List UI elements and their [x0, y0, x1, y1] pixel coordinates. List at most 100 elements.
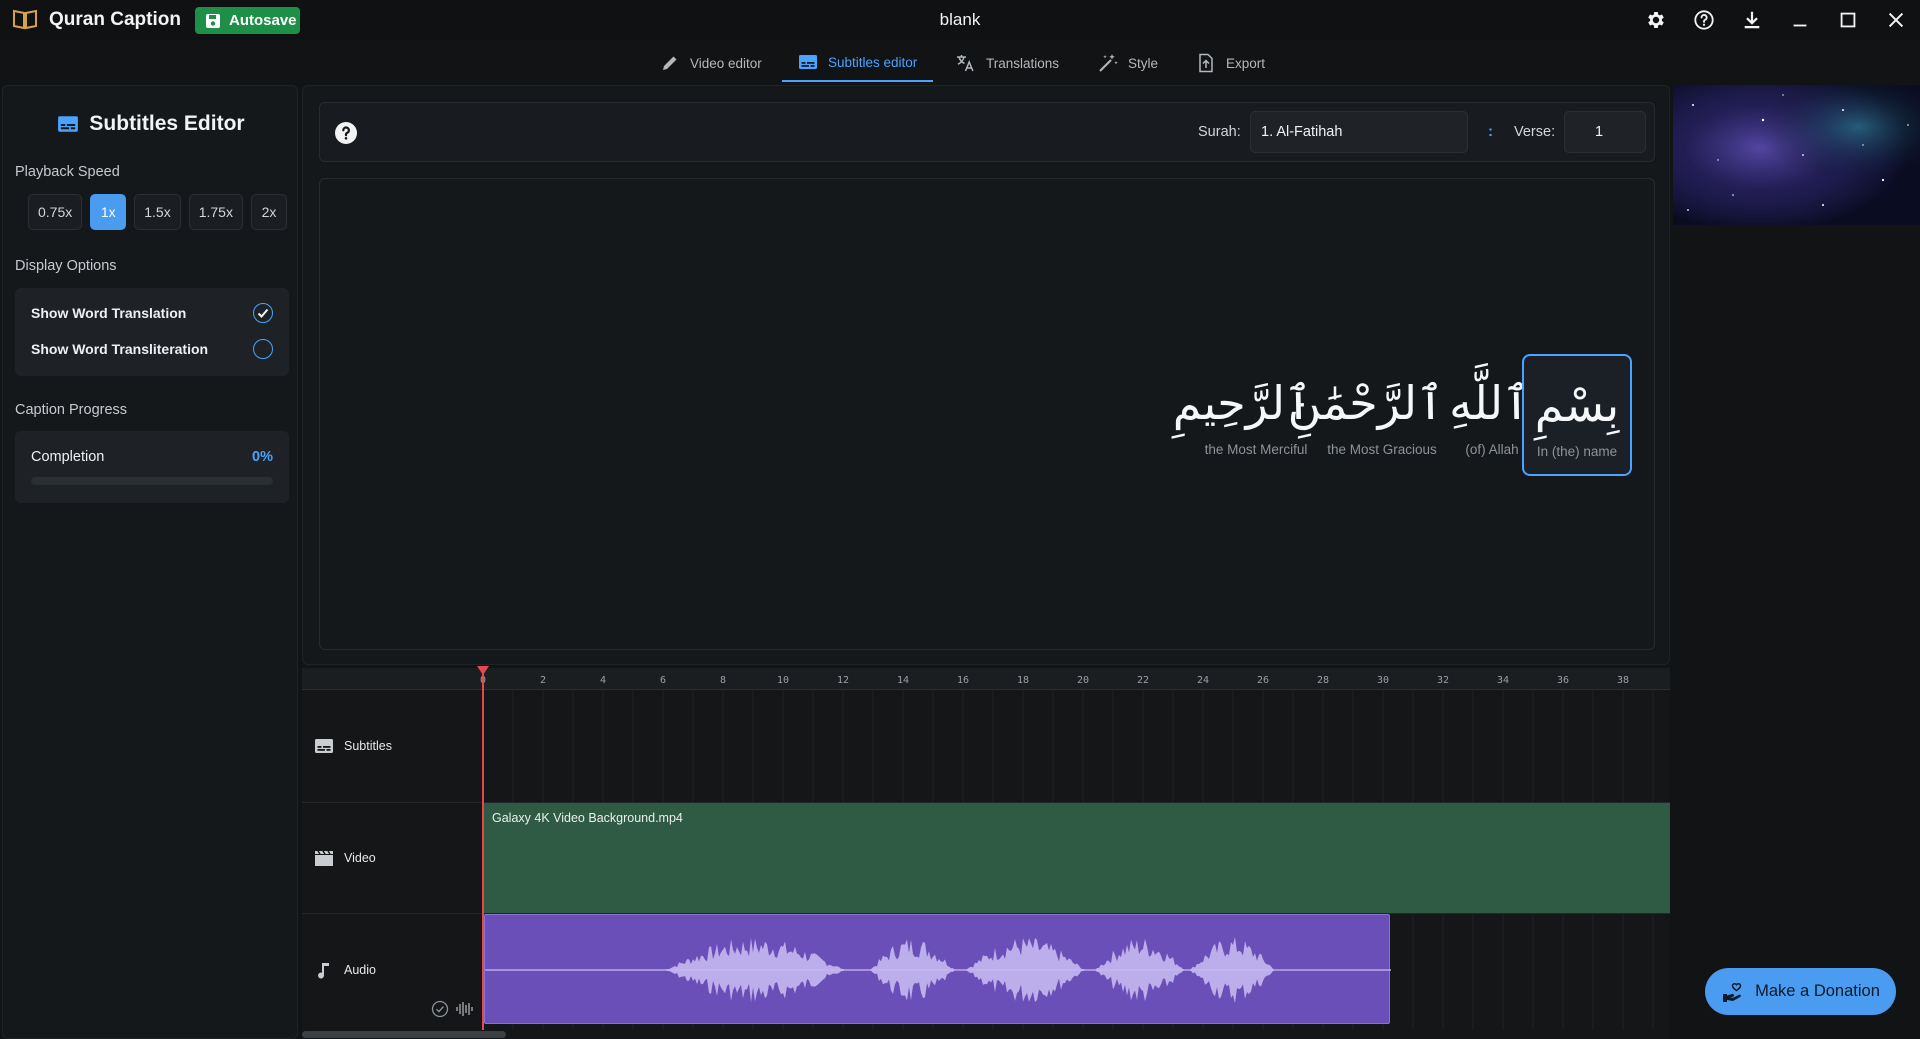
ruler-tick-label: 30	[1377, 675, 1389, 686]
timeline-ruler[interactable]: 02468101214161820222426283032343638	[302, 668, 1670, 690]
panel-title: Subtitles Editor	[3, 112, 299, 136]
minimize-icon	[1793, 24, 1807, 27]
tab-label: Style	[1128, 55, 1159, 71]
tab-translations[interactable]: Translations	[940, 44, 1075, 82]
word-item-selected[interactable]: بِسْمِ In (the) name	[1522, 354, 1632, 476]
word-translation: (of) Allah	[1465, 442, 1519, 457]
maximize-button[interactable]	[1824, 0, 1872, 40]
app-name: Quran Caption	[49, 9, 181, 30]
playhead-handle-icon	[477, 666, 489, 675]
playback-speed-label: Playback Speed	[15, 164, 120, 180]
tab-style[interactable]: Style	[1082, 44, 1174, 82]
speed-button-1x[interactable]: 1x	[90, 194, 127, 230]
minimize-button[interactable]	[1776, 0, 1824, 40]
checkbox-unchecked[interactable]	[253, 339, 273, 359]
pencil-icon	[663, 56, 677, 70]
word-arabic: ٱللَّهِ	[1449, 376, 1530, 430]
completion-progress-bar	[31, 477, 273, 485]
speed-button-0.75x[interactable]: 0.75x	[28, 194, 83, 230]
timeline-horizontal-scrollbar[interactable]	[302, 1031, 506, 1038]
subtitles-icon	[799, 55, 817, 69]
tab-subtitles-editor[interactable]: Subtitles editor	[782, 44, 934, 82]
video-clip[interactable]: Galaxy 4K Video Background.mp4	[484, 803, 1670, 913]
display-options-box: Show Word Translation Show Word Translit…	[15, 288, 289, 376]
word-translation: the Most Merciful	[1204, 442, 1308, 457]
ruler-tick-label: 10	[777, 675, 789, 686]
check-circle-icon[interactable]	[431, 1000, 449, 1018]
donate-hand-icon	[1723, 982, 1742, 1002]
speed-button-1.5x[interactable]: 1.5x	[134, 194, 181, 230]
title-bar: Quran Caption Autosave blank	[0, 0, 1920, 40]
speed-options: 0.75x 1x 1.5x 1.75x 2x	[28, 194, 287, 230]
ruler-tick-label: 4	[600, 675, 606, 686]
word-translation: In (the) name	[1536, 444, 1618, 459]
track-label-subtitles: Subtitles	[314, 736, 392, 756]
ruler-tick-label: 14	[897, 675, 909, 686]
ruler-tick-label: 24	[1197, 675, 1209, 686]
music-note-icon	[318, 963, 329, 979]
help-button[interactable]	[1680, 0, 1728, 40]
galaxy-preview-image	[1673, 85, 1920, 225]
check-icon	[257, 308, 269, 318]
option-show-word-translation[interactable]: Show Word Translation	[31, 303, 273, 323]
video-preview	[1673, 85, 1920, 225]
magic-wand-icon	[1099, 54, 1118, 72]
ruler-tick-label: 36	[1557, 675, 1569, 686]
subtitles-icon	[58, 116, 79, 132]
download-button[interactable]	[1728, 0, 1776, 40]
audio-waveform	[485, 936, 1391, 1004]
ruler-tick-label: 18	[1017, 675, 1029, 686]
track-label-video: Video	[314, 848, 376, 868]
completion-box: Completion 0%	[15, 431, 289, 503]
audio-clip[interactable]	[484, 914, 1391, 1024]
ruler-tick-label: 8	[720, 675, 726, 686]
ruler-tick-label: 38	[1617, 675, 1629, 686]
playhead[interactable]	[477, 666, 489, 1030]
verse-selector-bar: Surah: 1. Al-Fatihah : Verse: 1	[319, 102, 1655, 162]
book-open-icon	[13, 9, 37, 30]
checkbox-checked[interactable]	[253, 303, 273, 323]
translate-icon	[957, 55, 974, 72]
speed-button-2x[interactable]: 2x	[250, 194, 287, 230]
ruler-ticks: 02468101214161820222426283032343638	[480, 675, 1629, 686]
tab-export[interactable]: Export	[1180, 44, 1281, 82]
word-translation: the Most Gracious	[1327, 442, 1437, 457]
track-name: Subtitles	[344, 739, 392, 753]
verse-label: Verse:	[1514, 124, 1556, 140]
verse-input[interactable]: 1	[1564, 111, 1646, 153]
word-arabic: بِسْمِ	[1534, 378, 1620, 432]
export-icon	[1199, 53, 1213, 73]
ruler-tick-label: 16	[957, 675, 969, 686]
option-label: Show Word Transliteration	[31, 341, 209, 357]
ruler-tick-label: 26	[1257, 675, 1269, 686]
tab-label: Subtitles editor	[828, 54, 918, 70]
download-icon	[1744, 11, 1760, 29]
ruler-tick-label: 20	[1077, 675, 1089, 686]
help-icon[interactable]	[334, 121, 358, 145]
completion-value: 0%	[252, 449, 273, 465]
completion-label: Completion	[31, 449, 105, 465]
word-item[interactable]: ٱلرَّحْمَٰنِ the Most Gracious	[1287, 354, 1444, 476]
speed-button-1.75x[interactable]: 1.75x	[188, 194, 243, 230]
option-label: Show Word Translation	[31, 305, 187, 321]
settings-button[interactable]	[1632, 0, 1680, 40]
tab-video-editor[interactable]: Video editor	[644, 44, 778, 82]
clapperboard-icon	[315, 850, 333, 866]
option-show-word-transliteration[interactable]: Show Word Transliteration	[31, 339, 273, 359]
donate-button[interactable]: Make a Donation	[1705, 968, 1896, 1015]
words-area: ٱلرَّحِيمِ the Most Merciful ٱلرَّحْمَٰن…	[319, 178, 1655, 650]
close-button[interactable]	[1872, 0, 1920, 40]
caption-progress-label: Caption Progress	[15, 402, 128, 418]
tab-label: Export	[1226, 55, 1266, 71]
word-item[interactable]: ٱللَّهِ (of) Allah	[1449, 354, 1530, 476]
display-options-label: Display Options	[15, 258, 117, 274]
panel-title-text: Subtitles Editor	[89, 112, 245, 135]
surah-select[interactable]: 1. Al-Fatihah	[1250, 111, 1468, 153]
subtitles-icon	[315, 739, 333, 753]
ruler-tick-label: 2	[540, 675, 546, 686]
autosave-label: Autosave	[229, 12, 297, 29]
word-arabic: ٱلرَّحْمَٰنِ	[1287, 376, 1444, 430]
ruler-tick-label: 28	[1317, 675, 1329, 686]
autosave-button[interactable]: Autosave	[195, 7, 300, 34]
waveform-icon[interactable]	[455, 1000, 475, 1018]
